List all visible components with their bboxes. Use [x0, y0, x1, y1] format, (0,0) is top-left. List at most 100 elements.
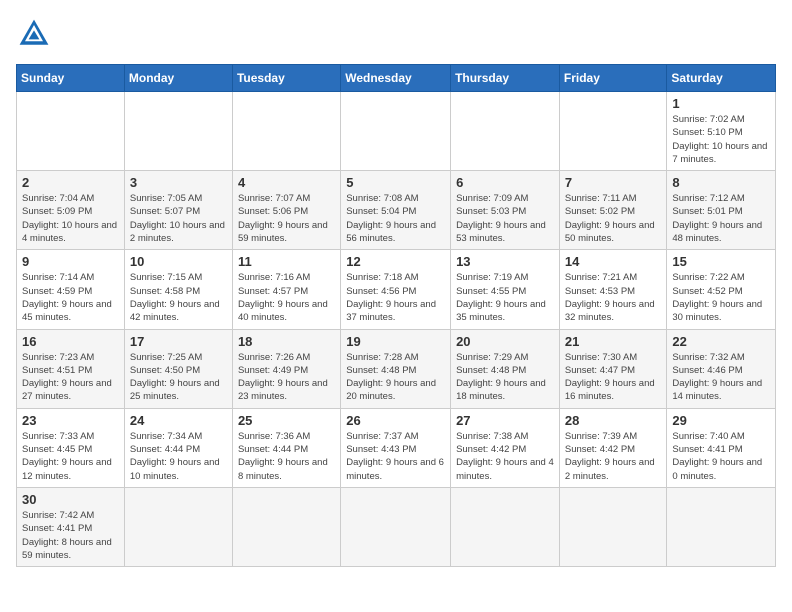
- calendar-day-cell: 18 Sunrise: 7:26 AM Sunset: 4:49 PM Dayli…: [232, 329, 340, 408]
- weekday-header: Friday: [559, 65, 667, 92]
- day-number: 30: [22, 492, 119, 507]
- calendar-day-cell: 5 Sunrise: 7:08 AM Sunset: 5:04 PM Daylig…: [341, 171, 451, 250]
- day-number: 20: [456, 334, 554, 349]
- calendar-header-row: SundayMondayTuesdayWednesdayThursdayFrid…: [17, 65, 776, 92]
- day-info: Sunrise: 7:14 AM Sunset: 4:59 PM Dayligh…: [22, 271, 119, 324]
- weekday-header: Monday: [124, 65, 232, 92]
- calendar-day-cell: 28Sunrise: 7:39 AM Sunset: 4:42 PM Dayli…: [559, 408, 667, 487]
- calendar-week-row: 23 Sunrise: 7:33 AM Sunset: 4:45 PM Dayli…: [17, 408, 776, 487]
- calendar-day-cell: 13 Sunrise: 7:19 AM Sunset: 4:55 PM Dayli…: [451, 250, 560, 329]
- day-info: Sunrise: 7:22 AM Sunset: 4:52 PM Dayligh…: [672, 271, 770, 324]
- day-number: 21: [565, 334, 662, 349]
- day-number: 19: [346, 334, 445, 349]
- day-number: 13: [456, 254, 554, 269]
- day-info: Sunrise: 7:26 AM Sunset: 4:49 PM Dayligh…: [238, 351, 335, 404]
- calendar-day-cell: 24 Sunrise: 7:34 AM Sunset: 4:44 PM Dayli…: [124, 408, 232, 487]
- calendar-day-cell: 30 Sunrise: 7:42 AM Sunset: 4:41 PM Dayli…: [17, 487, 125, 566]
- calendar-day-cell: 9 Sunrise: 7:14 AM Sunset: 4:59 PM Daylig…: [17, 250, 125, 329]
- day-number: 8: [672, 175, 770, 190]
- calendar-day-cell: 7 Sunrise: 7:11 AM Sunset: 5:02 PM Daylig…: [559, 171, 667, 250]
- calendar-day-cell: 19 Sunrise: 7:28 AM Sunset: 4:48 PM Dayli…: [341, 329, 451, 408]
- day-number: 14: [565, 254, 662, 269]
- day-info: Sunrise: 7:23 AM Sunset: 4:51 PM Dayligh…: [22, 351, 119, 404]
- day-info: Sunrise: 7:11 AM Sunset: 5:02 PM Dayligh…: [565, 192, 662, 245]
- day-info: Sunrise: 7:04 AM Sunset: 5:09 PM Dayligh…: [22, 192, 119, 245]
- day-number: 18: [238, 334, 335, 349]
- logo: [16, 16, 56, 52]
- day-number: 5: [346, 175, 445, 190]
- calendar-day-cell: 26 Sunrise: 7:37 AM Sunset: 4:43 PM Dayli…: [341, 408, 451, 487]
- calendar-day-cell: [559, 487, 667, 566]
- calendar-day-cell: 17Sunrise: 7:25 AM Sunset: 4:50 PM Dayli…: [124, 329, 232, 408]
- day-number: 26: [346, 413, 445, 428]
- calendar-day-cell: 22 Sunrise: 7:32 AM Sunset: 4:46 PM Dayli…: [667, 329, 776, 408]
- day-number: 7: [565, 175, 662, 190]
- calendar-day-cell: 29Sunrise: 7:40 AM Sunset: 4:41 PM Dayli…: [667, 408, 776, 487]
- day-info: Sunrise: 7:30 AM Sunset: 4:47 PM Dayligh…: [565, 351, 662, 404]
- calendar-day-cell: [451, 92, 560, 171]
- day-info: Sunrise: 7:05 AM Sunset: 5:07 PM Dayligh…: [130, 192, 227, 245]
- day-info: Sunrise: 7:34 AM Sunset: 4:44 PM Dayligh…: [130, 430, 227, 483]
- calendar-week-row: 16 Sunrise: 7:23 AM Sunset: 4:51 PM Dayli…: [17, 329, 776, 408]
- calendar-week-row: 2 Sunrise: 7:04 AM Sunset: 5:09 PM Daylig…: [17, 171, 776, 250]
- day-number: 27: [456, 413, 554, 428]
- day-number: 2: [22, 175, 119, 190]
- day-info: Sunrise: 7:15 AM Sunset: 4:58 PM Dayligh…: [130, 271, 227, 324]
- calendar-day-cell: 6 Sunrise: 7:09 AM Sunset: 5:03 PM Daylig…: [451, 171, 560, 250]
- day-info: Sunrise: 7:28 AM Sunset: 4:48 PM Dayligh…: [346, 351, 445, 404]
- day-info: Sunrise: 7:33 AM Sunset: 4:45 PM Dayligh…: [22, 430, 119, 483]
- calendar-day-cell: [232, 92, 340, 171]
- day-number: 9: [22, 254, 119, 269]
- calendar-day-cell: [451, 487, 560, 566]
- calendar: SundayMondayTuesdayWednesdayThursdayFrid…: [16, 64, 776, 567]
- day-info: Sunrise: 7:19 AM Sunset: 4:55 PM Dayligh…: [456, 271, 554, 324]
- day-info: Sunrise: 7:07 AM Sunset: 5:06 PM Dayligh…: [238, 192, 335, 245]
- day-info: Sunrise: 7:18 AM Sunset: 4:56 PM Dayligh…: [346, 271, 445, 324]
- day-number: 1: [672, 96, 770, 111]
- day-number: 6: [456, 175, 554, 190]
- calendar-day-cell: [341, 92, 451, 171]
- day-info: Sunrise: 7:16 AM Sunset: 4:57 PM Dayligh…: [238, 271, 335, 324]
- calendar-day-cell: [341, 487, 451, 566]
- weekday-header: Wednesday: [341, 65, 451, 92]
- weekday-header: Saturday: [667, 65, 776, 92]
- calendar-day-cell: 8 Sunrise: 7:12 AM Sunset: 5:01 PM Daylig…: [667, 171, 776, 250]
- calendar-day-cell: 25Sunrise: 7:36 AM Sunset: 4:44 PM Dayli…: [232, 408, 340, 487]
- calendar-day-cell: 10 Sunrise: 7:15 AM Sunset: 4:58 PM Dayli…: [124, 250, 232, 329]
- day-info: Sunrise: 7:08 AM Sunset: 5:04 PM Dayligh…: [346, 192, 445, 245]
- calendar-day-cell: 20 Sunrise: 7:29 AM Sunset: 4:48 PM Dayli…: [451, 329, 560, 408]
- day-info: Sunrise: 7:38 AM Sunset: 4:42 PM Dayligh…: [456, 430, 554, 483]
- day-number: 4: [238, 175, 335, 190]
- day-number: 17: [130, 334, 227, 349]
- day-number: 15: [672, 254, 770, 269]
- day-number: 16: [22, 334, 119, 349]
- weekday-header: Tuesday: [232, 65, 340, 92]
- calendar-day-cell: 4 Sunrise: 7:07 AM Sunset: 5:06 PM Daylig…: [232, 171, 340, 250]
- calendar-day-cell: [232, 487, 340, 566]
- day-number: 25: [238, 413, 335, 428]
- day-number: 12: [346, 254, 445, 269]
- calendar-week-row: 1Sunrise: 7:02 AM Sunset: 5:10 PM Daylig…: [17, 92, 776, 171]
- calendar-day-cell: 14Sunrise: 7:21 AM Sunset: 4:53 PM Dayli…: [559, 250, 667, 329]
- day-info: Sunrise: 7:37 AM Sunset: 4:43 PM Dayligh…: [346, 430, 445, 483]
- day-info: Sunrise: 7:42 AM Sunset: 4:41 PM Dayligh…: [22, 509, 119, 562]
- day-info: Sunrise: 7:29 AM Sunset: 4:48 PM Dayligh…: [456, 351, 554, 404]
- calendar-day-cell: 2 Sunrise: 7:04 AM Sunset: 5:09 PM Daylig…: [17, 171, 125, 250]
- calendar-week-row: 30 Sunrise: 7:42 AM Sunset: 4:41 PM Dayli…: [17, 487, 776, 566]
- calendar-day-cell: [17, 92, 125, 171]
- logo-icon: [16, 16, 52, 52]
- day-info: Sunrise: 7:39 AM Sunset: 4:42 PM Dayligh…: [565, 430, 662, 483]
- day-number: 23: [22, 413, 119, 428]
- day-number: 10: [130, 254, 227, 269]
- day-info: Sunrise: 7:12 AM Sunset: 5:01 PM Dayligh…: [672, 192, 770, 245]
- day-info: Sunrise: 7:32 AM Sunset: 4:46 PM Dayligh…: [672, 351, 770, 404]
- day-info: Sunrise: 7:09 AM Sunset: 5:03 PM Dayligh…: [456, 192, 554, 245]
- calendar-day-cell: [124, 487, 232, 566]
- day-number: 11: [238, 254, 335, 269]
- day-number: 22: [672, 334, 770, 349]
- page-header: [16, 16, 776, 52]
- day-number: 3: [130, 175, 227, 190]
- calendar-day-cell: [559, 92, 667, 171]
- day-number: 24: [130, 413, 227, 428]
- calendar-day-cell: 21 Sunrise: 7:30 AM Sunset: 4:47 PM Dayli…: [559, 329, 667, 408]
